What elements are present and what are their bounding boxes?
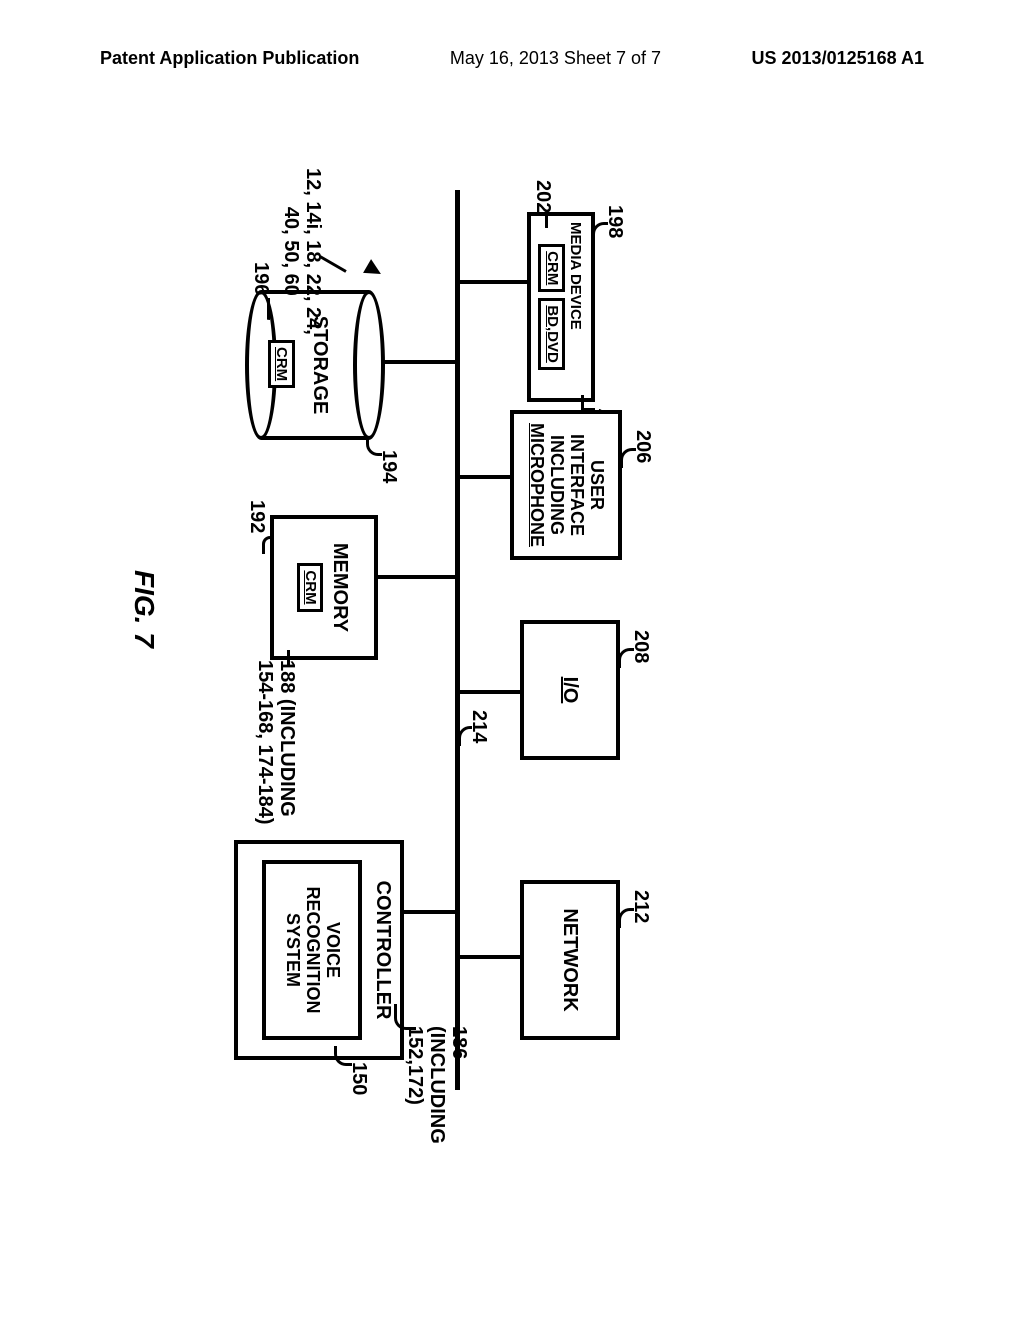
ui-line1: USER — [587, 460, 607, 510]
ref-system-text: 12, 14i, 18, 22, 24, 40, 50, 60 — [280, 168, 324, 335]
ref-192: 192 — [246, 500, 268, 533]
crm-label-storage: CRM — [273, 347, 290, 381]
stub-ui — [460, 475, 510, 479]
header-left: Patent Application Publication — [100, 48, 359, 69]
leader-204 — [581, 395, 595, 411]
leader-186 — [394, 1004, 416, 1030]
diagram-canvas: MEDIA DEVICE CRM BD,DVD 198 204 202 USER… — [100, 150, 780, 1150]
crm-block-media: CRM — [539, 244, 566, 292]
header-center: May 16, 2013 Sheet 7 of 7 — [450, 48, 661, 69]
ref-186: 186 (INCLUDING 152,172) — [404, 1026, 470, 1144]
memory-block: MEMORY CRM — [270, 515, 378, 660]
leader-212 — [618, 908, 634, 928]
stub-network — [460, 955, 520, 959]
leader-194 — [366, 436, 382, 456]
crm-label-media: CRM — [544, 251, 561, 285]
crm-block-memory: CRM — [297, 563, 324, 611]
ref-system: 12, 14i, 18, 22, 24, 40, 50, 60 — [280, 168, 324, 335]
network-block: NETWORK — [520, 880, 620, 1040]
voice-recognition-block: VOICE RECOGNITION SYSTEM — [262, 860, 362, 1040]
ref-202: 202 — [532, 180, 554, 213]
network-label: NETWORK — [559, 908, 581, 1011]
arrowhead-system — [363, 259, 385, 281]
leader-208 — [618, 648, 634, 668]
media-device-label: MEDIA DEVICE — [567, 222, 584, 330]
ui-line4: MICROPHONE — [527, 423, 547, 547]
ref-188-text: 188 (INCLUDING 154-168, 174-184) — [254, 660, 298, 825]
controller-block: CONTROLLER VOICE RECOGNITION SYSTEM — [234, 840, 404, 1060]
leader-150 — [334, 1046, 352, 1066]
stub-media — [460, 280, 528, 284]
user-interface-block: USERINTERFACEINCLUDINGMICROPHONE — [510, 410, 622, 560]
ref-188: 188 (INCLUDING 154-168, 174-184) — [254, 660, 298, 825]
stub-io — [460, 690, 520, 694]
io-label: I/O — [559, 677, 581, 704]
bd-dvd-label: BD,DVD — [544, 305, 561, 363]
controller-label: CONTROLLER — [372, 881, 394, 1020]
ref-186-text: 186 (INCLUDING 152,172) — [404, 1026, 470, 1144]
crm-block-storage: CRM — [268, 340, 295, 388]
page-header: Patent Application Publication May 16, 2… — [0, 48, 1024, 69]
figure-label: FIG. 7 — [128, 570, 160, 648]
leader-206 — [620, 448, 636, 468]
stub-storage — [383, 360, 455, 364]
leader-198 — [592, 222, 608, 242]
leader-192 — [262, 536, 274, 554]
bd-dvd-block: BD,DVD — [539, 298, 566, 370]
memory-label: MEMORY — [329, 543, 351, 632]
ref-196: 196 — [250, 262, 272, 295]
user-interface-label: USERINTERFACEINCLUDINGMICROPHONE — [526, 423, 605, 547]
ref-150: 150 — [348, 1062, 370, 1095]
ui-line3: INCLUDING — [547, 435, 567, 535]
stub-memory — [377, 575, 455, 579]
diagram-area: MEDIA DEVICE CRM BD,DVD 198 204 202 USER… — [100, 150, 780, 1150]
crm-label-memory: CRM — [302, 570, 319, 604]
io-block: I/O — [520, 620, 620, 760]
media-device-block: MEDIA DEVICE CRM BD,DVD — [527, 212, 595, 402]
header-right: US 2013/0125168 A1 — [752, 48, 924, 69]
stub-controller — [403, 910, 455, 914]
ui-line2: INTERFACE — [567, 434, 587, 536]
voice-recognition-label: VOICE RECOGNITION SYSTEM — [282, 886, 341, 1013]
leader-214 — [458, 726, 472, 746]
